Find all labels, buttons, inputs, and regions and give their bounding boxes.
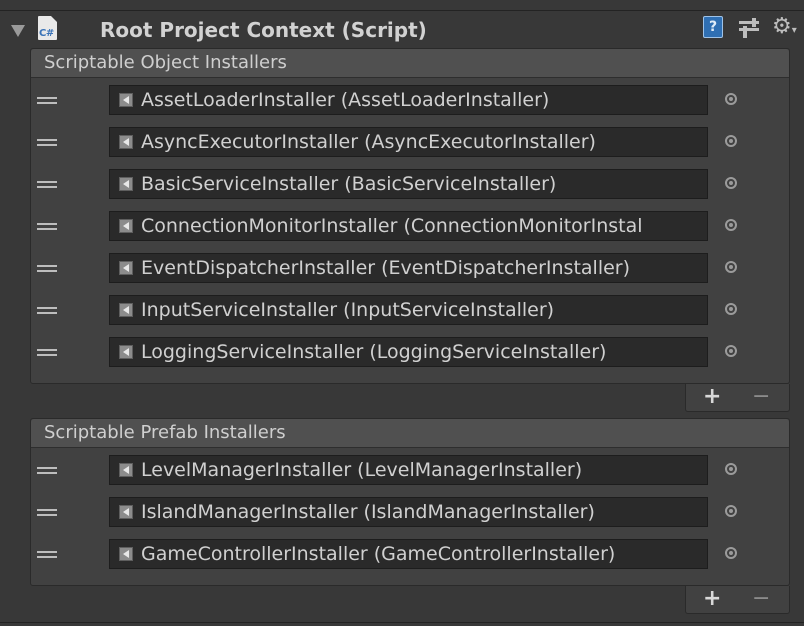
scriptable-object-installers-footer: + −: [685, 384, 790, 412]
object-picker-icon[interactable]: [725, 303, 737, 315]
scriptable-object-icon: [119, 345, 133, 359]
installer-object-field[interactable]: LoggingServiceInstaller (LoggingServiceI…: [109, 337, 708, 367]
installer-object-label: AsyncExecutorInstaller (AsyncExecutorIns…: [141, 131, 596, 153]
preset-icon[interactable]: [738, 18, 760, 38]
installer-row: InputServiceInstaller (InputServiceInsta…: [31, 289, 789, 331]
installer-object-label: IslandManagerInstaller (IslandManagerIns…: [141, 501, 595, 523]
installer-object-field[interactable]: IslandManagerInstaller (IslandManagerIns…: [109, 497, 708, 527]
drag-handle-icon[interactable]: [37, 349, 57, 358]
scriptable-prefab-installers-panel: Scriptable Prefab Installers LevelManage…: [30, 418, 790, 586]
drag-handle-icon[interactable]: [37, 265, 57, 274]
installer-object-label: ConnectionMonitorInstaller (ConnectionMo…: [141, 215, 643, 237]
installer-object-field[interactable]: AssetLoaderInstaller (AssetLoaderInstall…: [109, 85, 708, 115]
remove-scriptable-prefab-installer-button[interactable]: −: [752, 588, 770, 610]
object-picker-icon[interactable]: [725, 345, 737, 357]
object-picker-icon[interactable]: [725, 463, 737, 475]
help-icon[interactable]: ?: [703, 16, 723, 38]
scriptable-object-icon: [119, 261, 133, 275]
scriptable-object-icon: [119, 463, 133, 477]
remove-scriptable-object-installer-button[interactable]: −: [752, 386, 770, 408]
drag-handle-icon[interactable]: [37, 97, 57, 106]
drag-handle-icon[interactable]: [37, 467, 57, 476]
object-picker-icon[interactable]: [725, 135, 737, 147]
top-divider: [0, 10, 804, 11]
drag-handle-icon[interactable]: [37, 551, 57, 560]
installer-row: LevelManagerInstaller (LevelManagerInsta…: [31, 449, 789, 491]
add-scriptable-prefab-installer-button[interactable]: +: [703, 588, 721, 610]
installer-object-field[interactable]: GameControllerInstaller (GameControllerI…: [109, 539, 708, 569]
installer-object-label: LevelManagerInstaller (LevelManagerInsta…: [141, 459, 583, 481]
script-icon-label: C#: [39, 28, 54, 39]
object-picker-icon[interactable]: [725, 177, 737, 189]
scriptable-object-installers-panel: Scriptable Object Installers AssetLoader…: [30, 48, 790, 384]
object-picker-icon[interactable]: [725, 505, 737, 517]
installer-object-field[interactable]: EventDispatcherInstaller (EventDispatche…: [109, 253, 708, 283]
installer-row: GameControllerInstaller (GameControllerI…: [31, 533, 789, 575]
scriptable-object-icon: [119, 219, 133, 233]
installer-object-label: AssetLoaderInstaller (AssetLoaderInstall…: [141, 89, 550, 111]
scriptable-object-icon: [119, 93, 133, 107]
installer-object-field[interactable]: AsyncExecutorInstaller (AsyncExecutorIns…: [109, 127, 708, 157]
installer-row: BasicServiceInstaller (BasicServiceInsta…: [31, 163, 789, 205]
object-picker-icon[interactable]: [725, 261, 737, 273]
installer-object-field[interactable]: InputServiceInstaller (InputServiceInsta…: [109, 295, 708, 325]
object-picker-icon[interactable]: [725, 547, 737, 559]
installer-row: ConnectionMonitorInstaller (ConnectionMo…: [31, 205, 789, 247]
bottom-divider: [0, 622, 804, 623]
installer-row: AsyncExecutorInstaller (AsyncExecutorIns…: [31, 121, 789, 163]
add-scriptable-object-installer-button[interactable]: +: [703, 386, 721, 408]
scriptable-object-icon: [119, 177, 133, 191]
installer-object-label: InputServiceInstaller (InputServiceInsta…: [141, 299, 555, 321]
csharp-script-icon: C#: [38, 16, 57, 40]
installer-object-label: LoggingServiceInstaller (LoggingServiceI…: [141, 341, 607, 363]
object-picker-icon[interactable]: [725, 219, 737, 231]
installer-object-field[interactable]: LevelManagerInstaller (LevelManagerInsta…: [109, 455, 708, 485]
installer-row: IslandManagerInstaller (IslandManagerIns…: [31, 491, 789, 533]
component-header[interactable]: C# Root Project Context (Script) ? ⚙▾: [0, 12, 804, 48]
component-title: Root Project Context (Script): [100, 18, 427, 42]
installer-object-label: EventDispatcherInstaller (EventDispatche…: [141, 257, 631, 279]
scriptable-object-icon: [119, 303, 133, 317]
drag-handle-icon[interactable]: [37, 181, 57, 190]
gear-icon[interactable]: ⚙▾: [772, 14, 802, 40]
installer-object-field[interactable]: ConnectionMonitorInstaller (ConnectionMo…: [109, 211, 708, 241]
scriptable-prefab-installers-header: Scriptable Prefab Installers: [31, 419, 789, 448]
scriptable-object-icon: [119, 505, 133, 519]
drag-handle-icon[interactable]: [37, 139, 57, 148]
drag-handle-icon[interactable]: [37, 307, 57, 316]
installer-object-field[interactable]: BasicServiceInstaller (BasicServiceInsta…: [109, 169, 708, 199]
scriptable-prefab-installers-footer: + −: [685, 586, 790, 614]
scriptable-object-icon: [119, 547, 133, 561]
fold-arrow-icon[interactable]: [11, 25, 25, 37]
drag-handle-icon[interactable]: [37, 223, 57, 232]
scriptable-object-installers-header: Scriptable Object Installers: [31, 49, 789, 78]
installer-row: AssetLoaderInstaller (AssetLoaderInstall…: [31, 79, 789, 121]
object-picker-icon[interactable]: [725, 93, 737, 105]
installer-row: EventDispatcherInstaller (EventDispatche…: [31, 247, 789, 289]
installer-object-label: BasicServiceInstaller (BasicServiceInsta…: [141, 173, 557, 195]
drag-handle-icon[interactable]: [37, 509, 57, 518]
installer-object-label: GameControllerInstaller (GameControllerI…: [141, 543, 616, 565]
installer-row: LoggingServiceInstaller (LoggingServiceI…: [31, 331, 789, 373]
scriptable-object-icon: [119, 135, 133, 149]
